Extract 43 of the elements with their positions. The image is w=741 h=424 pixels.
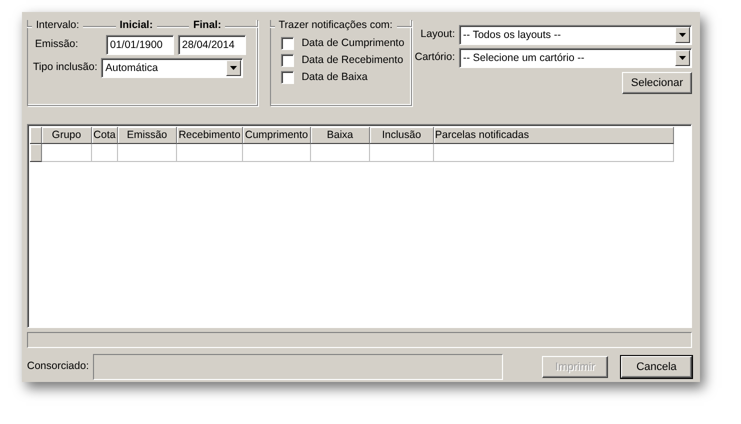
table-cell xyxy=(118,144,177,162)
checkbox-label: Data de Cumprimento xyxy=(302,36,404,51)
column-header[interactable]: Emissão xyxy=(118,127,177,144)
row-header-cell xyxy=(30,127,42,144)
column-header[interactable]: Grupo xyxy=(42,127,92,144)
column-header[interactable]: Cumprimento xyxy=(243,127,311,144)
table-cell xyxy=(311,144,370,162)
date-field[interactable]: 01/01/1900 xyxy=(106,35,174,55)
select-button[interactable]: Selecionar xyxy=(622,72,692,94)
consorciado-label: Consorciado: xyxy=(27,359,89,374)
final-label: Final: xyxy=(192,18,222,34)
consorciado-field[interactable] xyxy=(92,354,503,380)
table-cell xyxy=(243,144,311,162)
interval-label: Intervalo: xyxy=(35,18,80,34)
table-cell xyxy=(42,144,92,162)
table-cell xyxy=(177,144,243,162)
column-header[interactable]: Recebimento xyxy=(177,127,243,144)
layout-dropdown[interactable]: -- Todos os layouts -- xyxy=(459,25,692,45)
checkbox-label: Data de Recebimento xyxy=(302,52,404,68)
column-header[interactable]: Cota xyxy=(92,127,118,144)
table-cell xyxy=(92,144,118,162)
row-indicator[interactable] xyxy=(30,144,42,162)
emission-label: Emissão: xyxy=(35,37,80,52)
layout-label: Layout: xyxy=(420,27,455,42)
checkbox[interactable] xyxy=(280,71,294,84)
column-header[interactable]: Baixa xyxy=(311,127,370,144)
date-field[interactable]: 28/04/2014 xyxy=(178,35,246,55)
registry-label: Cartório: xyxy=(414,50,455,66)
checkbox[interactable] xyxy=(280,37,294,50)
registry-dropdown[interactable]: -- Selecione um cartório -- xyxy=(459,48,692,68)
column-header[interactable]: Parcelas notificadas xyxy=(434,127,674,144)
inclusion-type-label: Tipo inclusão: xyxy=(33,60,98,76)
notifications-group-title: Trazer notificações com: xyxy=(278,18,394,34)
inclusion-type-dropdown[interactable]: Automática xyxy=(101,58,244,78)
column-header[interactable]: Inclusão xyxy=(370,127,434,144)
checkbox-label: Data de Baixa xyxy=(302,70,368,85)
checkbox[interactable] xyxy=(280,54,294,67)
dropdown-arrow-icon xyxy=(230,66,238,70)
dropdown-arrow-icon xyxy=(679,56,686,60)
table-cell xyxy=(370,144,434,162)
dropdown-arrow-icon xyxy=(679,33,686,37)
initial-label: Inicial: xyxy=(118,18,154,34)
dialog-button[interactable]: Cancela xyxy=(621,356,692,378)
